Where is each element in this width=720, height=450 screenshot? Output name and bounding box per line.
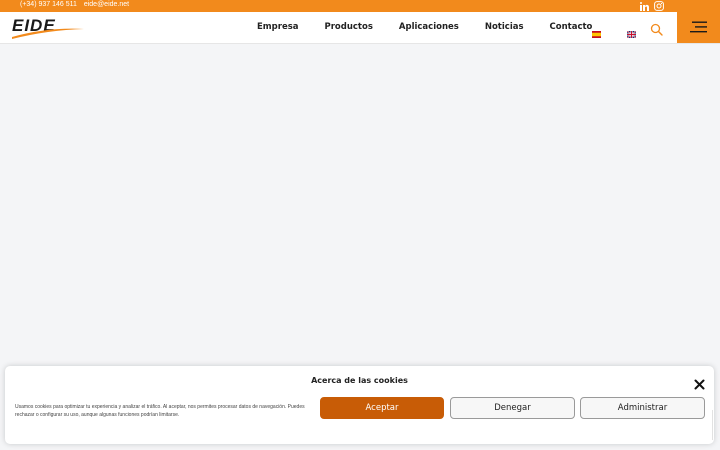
social-links	[639, 1, 664, 11]
close-icon[interactable]	[694, 375, 705, 390]
main-header: EIDE Empresa Productos Aplicaciones Noti…	[0, 12, 720, 44]
page-edge-divider	[712, 410, 720, 440]
accept-cookies-button[interactable]: Aceptar	[320, 397, 444, 419]
phone-link[interactable]: (+34) 937 146 511	[20, 1, 77, 8]
cookie-banner-title: Acerca de las cookies	[311, 376, 408, 385]
deny-cookies-button[interactable]: Denegar	[450, 397, 575, 419]
hamburger-menu-button[interactable]	[677, 12, 720, 43]
email-link[interactable]: eide@eide.net	[84, 1, 129, 8]
nav-empresa[interactable]: Empresa	[257, 22, 299, 32]
instagram-icon[interactable]	[654, 1, 664, 11]
spain-flag-icon[interactable]	[592, 23, 601, 38]
nav-noticias[interactable]: Noticias	[485, 22, 524, 32]
hamburger-menu-icon	[689, 18, 708, 37]
cookie-banner: Acerca de las cookies Usamos cookies par…	[5, 366, 714, 444]
main-nav: Empresa Productos Aplicaciones Noticias …	[257, 22, 592, 32]
top-contact-bar: (+34) 937 146 511 eide@eide.net	[0, 0, 720, 12]
manage-cookies-button[interactable]: Administrar	[580, 397, 705, 419]
nav-aplicaciones[interactable]: Aplicaciones	[399, 22, 459, 32]
eide-logo[interactable]: EIDE	[10, 15, 86, 41]
search-icon[interactable]	[650, 21, 663, 36]
linkedin-icon[interactable]	[639, 1, 649, 11]
contact-info: (+34) 937 146 511 eide@eide.net	[20, 1, 134, 8]
nav-contacto[interactable]: Contacto	[550, 22, 593, 32]
cookie-banner-text: Usamos cookies para optimizar tu experie…	[15, 404, 305, 418]
nav-productos[interactable]: Productos	[325, 22, 373, 32]
uk-flag-icon[interactable]	[626, 23, 637, 39]
